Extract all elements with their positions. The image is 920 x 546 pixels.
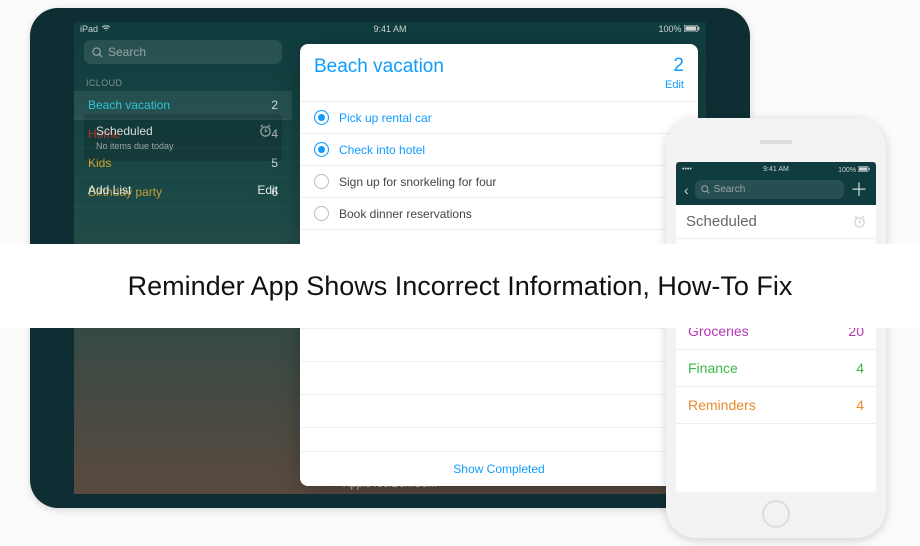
scheduled-row[interactable]: Scheduled: [676, 205, 876, 239]
scheduled-sub: No items due today: [96, 141, 270, 151]
list-count: 2: [271, 98, 278, 112]
scheduled-title: Scheduled: [96, 124, 270, 138]
device-label: iPad: [80, 24, 98, 34]
checkbox-icon[interactable]: [314, 174, 329, 189]
iphone-status-bar: •••• 9:41 AM 100%: [676, 166, 876, 176]
edit-lists-button[interactable]: Edit: [257, 183, 278, 197]
list-count: 4: [856, 397, 864, 413]
reminder-row[interactable]: Pick up rental car: [300, 102, 698, 134]
search-icon: [701, 185, 710, 194]
add-list-button[interactable]: Add List: [88, 183, 131, 197]
status-time: 9:41 AM: [763, 166, 789, 173]
search-input[interactable]: Search: [84, 40, 282, 64]
reminder-row[interactable]: Book dinner reservations: [300, 198, 698, 230]
battery-pct: 100%: [658, 24, 681, 34]
scheduled-card[interactable]: Scheduled No items due today: [84, 113, 282, 161]
watermark: AppleToolBox.Com: [343, 478, 437, 490]
search-placeholder: Search: [714, 184, 746, 195]
signal-icon: ••••: [682, 166, 692, 174]
iphone-speaker: [760, 140, 792, 144]
reminder-row[interactable]: Check into hotel: [300, 134, 698, 166]
search-input[interactable]: Search: [695, 180, 844, 199]
reminder-label: Pick up rental car: [339, 111, 432, 125]
iphone-device: •••• 9:41 AM 100% ‹ Search ＋ Scheduled K…: [666, 118, 886, 538]
ipad-sidebar: Search ICLOUD Beach vacation2Home4Kids5B…: [74, 36, 292, 207]
search-placeholder: Search: [108, 45, 146, 59]
scheduled-label: Scheduled: [686, 213, 757, 230]
home-button[interactable]: [762, 500, 790, 528]
checkbox-icon[interactable]: [314, 206, 329, 221]
ipad-status-bar: iPad 9:41 AM 100%: [74, 22, 706, 36]
add-button[interactable]: ＋: [848, 181, 870, 199]
checkbox-icon[interactable]: [314, 142, 329, 157]
alarm-icon: [853, 215, 866, 228]
list-count: 4: [856, 360, 864, 376]
card-header: Beach vacation 2 Edit: [300, 44, 698, 102]
battery-icon: [858, 166, 870, 172]
list-label: Finance: [688, 360, 738, 376]
checkbox-icon[interactable]: [314, 110, 329, 125]
back-button[interactable]: ‹: [682, 182, 691, 198]
reminder-label: Book dinner reservations: [339, 207, 472, 221]
battery-icon: [684, 25, 700, 32]
card-count: 2: [665, 56, 684, 75]
reminder-label: Sign up for snorkeling for four: [339, 175, 496, 189]
iphone-header: •••• 9:41 AM 100% ‹ Search ＋: [676, 162, 876, 205]
list-item[interactable]: Finance 4: [676, 350, 876, 387]
list-item[interactable]: Reminders 4: [676, 387, 876, 424]
card-edit-button[interactable]: Edit: [665, 79, 684, 91]
sidebar-footer: Add List Edit: [74, 173, 292, 207]
list-label: Beach vacation: [88, 98, 170, 112]
headline-text: Reminder App Shows Incorrect Information…: [128, 271, 793, 302]
search-icon: [92, 47, 103, 58]
reminder-row[interactable]: Sign up for snorkeling for four: [300, 166, 698, 198]
reminder-label: Check into hotel: [339, 143, 425, 157]
card-title: Beach vacation: [314, 56, 444, 78]
headline-band: Reminder App Shows Incorrect Information…: [0, 244, 920, 328]
section-icloud: ICLOUD: [74, 72, 292, 91]
list-label: Reminders: [688, 397, 756, 413]
battery-pct: 100%: [838, 167, 856, 174]
wifi-icon: [101, 24, 111, 32]
status-time: 9:41 AM: [373, 24, 406, 34]
alarm-icon: [259, 124, 272, 137]
